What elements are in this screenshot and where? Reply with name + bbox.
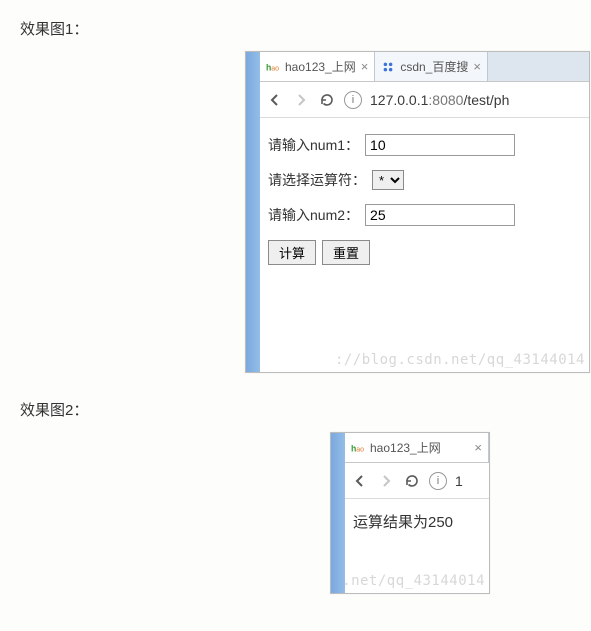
tab-hao123[interactable]: hao hao123_上网 ×: [345, 433, 489, 462]
watermark-text: .net/qq_43144014: [342, 573, 485, 589]
input-num1[interactable]: [365, 134, 515, 156]
label-num2: 请输入num2：: [268, 205, 359, 225]
url-path: /test/ph: [463, 92, 509, 108]
site-info-icon[interactable]: i: [344, 91, 362, 109]
reload-button[interactable]: [403, 472, 421, 490]
page-content: 请输入num1： 请选择运算符： * 请输入num2： 计算 重置 ://blo…: [260, 118, 589, 372]
figure1-caption: 效果图1：: [20, 18, 571, 39]
close-icon[interactable]: ×: [474, 440, 482, 455]
browser-window-1: hao hao123_上网 × csdn_百度搜 × i 127.0.0.1:8…: [245, 51, 590, 373]
url-text[interactable]: 1: [455, 473, 463, 489]
tab-hao123[interactable]: hao hao123_上网 ×: [260, 52, 375, 81]
tab-csdn[interactable]: csdn_百度搜 ×: [375, 52, 488, 81]
tab-label: hao123_上网: [370, 439, 441, 456]
label-num1: 请输入num1：: [268, 135, 359, 155]
back-button[interactable]: [266, 91, 284, 109]
tab-label: csdn_百度搜: [400, 58, 468, 75]
address-bar: i 127.0.0.1:8080/test/ph: [260, 82, 589, 118]
hao123-icon: hao: [266, 60, 280, 74]
tab-strip: hao hao123_上网 ×: [345, 433, 489, 463]
select-operator[interactable]: *: [372, 170, 404, 190]
watermark-text: ://blog.csdn.net/qq_43144014: [335, 352, 585, 368]
back-button[interactable]: [351, 472, 369, 490]
close-icon[interactable]: ×: [473, 59, 481, 74]
page-content: 运算结果为250 .net/qq_43144014: [345, 499, 489, 593]
forward-button[interactable]: [292, 91, 310, 109]
hao123-icon: hao: [351, 441, 365, 455]
reload-button[interactable]: [318, 91, 336, 109]
url-host: 127.0.0.1: [370, 92, 428, 108]
svg-text:ao: ao: [271, 65, 279, 72]
figure2-caption: 效果图2：: [20, 399, 571, 420]
result-text: 运算结果为250: [353, 511, 481, 532]
forward-button[interactable]: [377, 472, 395, 490]
tab-label: hao123_上网: [285, 58, 356, 75]
site-info-icon[interactable]: i: [429, 472, 447, 490]
baidu-icon: [381, 60, 395, 74]
reset-button[interactable]: 重置: [322, 240, 370, 265]
address-bar: i 1: [345, 463, 489, 499]
window-frame-left: [246, 52, 260, 372]
svg-text:ao: ao: [356, 446, 364, 453]
url-port: :8080: [428, 92, 463, 108]
tab-strip: hao hao123_上网 × csdn_百度搜 ×: [260, 52, 589, 82]
input-num2[interactable]: [365, 204, 515, 226]
label-operator: 请选择运算符：: [268, 170, 366, 190]
browser-window-2: hao hao123_上网 × i 1 运算结果为250 .net/qq_431…: [330, 432, 490, 594]
window-frame-left: [331, 433, 345, 593]
close-icon[interactable]: ×: [361, 59, 369, 74]
url-text[interactable]: 127.0.0.1:8080/test/ph: [370, 92, 509, 108]
calculate-button[interactable]: 计算: [268, 240, 316, 265]
